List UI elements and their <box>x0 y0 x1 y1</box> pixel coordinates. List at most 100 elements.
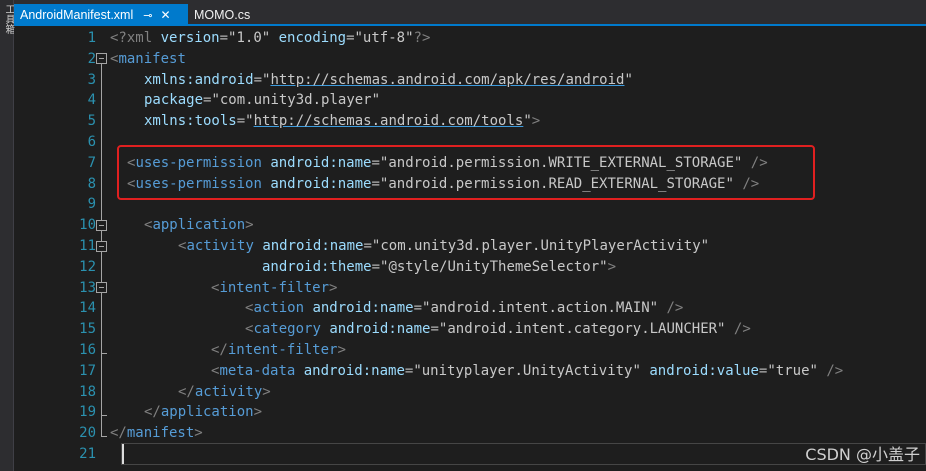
line-number: 19 <box>79 404 96 421</box>
equals: = <box>253 71 263 88</box>
bracket: </ <box>144 404 161 421</box>
line-number: 16 <box>79 342 96 358</box>
line-number: 11 <box>79 238 96 254</box>
line-number: 14 <box>79 300 96 317</box>
xml-attr: encoding <box>278 30 347 46</box>
code-line-3: xmlns:android= "http://schemas.android.co… <box>144 70 633 91</box>
attribute-value: "com.unity3d.player.UnityPlayerActivity" <box>371 238 710 254</box>
code-line-17: <meta-data android:name="unityplayer.Uni… <box>211 361 843 382</box>
code-line-13: <intent-filter> <box>211 278 337 299</box>
equals: = <box>371 258 381 275</box>
code-line-11: <activity android:name="com.unity3d.play… <box>178 236 709 257</box>
attribute-name: package <box>144 92 204 109</box>
equals: = <box>413 300 423 317</box>
code-line-4: package="com.unity3d.player" <box>144 90 380 111</box>
equals: = <box>430 321 439 338</box>
tab-momo-cs[interactable]: MOMO.cs <box>194 4 274 26</box>
attribute-value: "@style/UnityThemeSelector" <box>380 258 608 275</box>
code-text-area[interactable]: <?xml version="1.0" encoding="utf-8"?> <… <box>110 28 926 471</box>
equals: = <box>219 30 229 46</box>
xml-decl-close: ?> <box>413 30 431 46</box>
bracket: > <box>245 217 254 234</box>
bracket: > <box>194 425 203 442</box>
line-number: 15 <box>79 321 96 338</box>
attribute-name: xmlns:tools <box>144 113 237 130</box>
line-number: 1 <box>87 30 96 46</box>
tab-label: MOMO.cs <box>194 8 251 22</box>
bracket: </ <box>211 342 228 358</box>
code-line-20: </manifest> <box>110 423 203 444</box>
line-number: 9 <box>87 196 96 213</box>
collapse-toggle-intent-filter[interactable] <box>96 282 107 293</box>
equals: = <box>236 113 246 130</box>
schema-link[interactable]: http://schemas.android.com/tools <box>254 113 524 129</box>
line-number: 10 <box>79 217 96 234</box>
schema-link[interactable]: http://schemas.android.com/apk/res/andro… <box>270 72 624 88</box>
code-line-5: xmlns:tools= "http://schemas.android.com/… <box>144 111 540 132</box>
element-name: activity <box>186 238 254 254</box>
xml-decl-open: <?xml <box>110 30 161 46</box>
collapse-toggle-activity[interactable] <box>96 241 107 252</box>
bracket: /> <box>725 321 751 338</box>
line-number: 6 <box>87 134 96 150</box>
line-number: 5 <box>87 113 96 130</box>
attribute-name: android:name <box>262 238 364 254</box>
attribute-name: android:name <box>329 321 431 338</box>
element-name: category <box>253 321 321 338</box>
line-number: 4 <box>87 92 96 109</box>
bracket: /> <box>817 362 844 379</box>
code-line-16: </intent-filter> <box>211 340 346 361</box>
attribute-value: "unityplayer.UnityActivity" <box>413 362 641 379</box>
line-number: 7 <box>87 154 96 171</box>
attribute-name: android:value <box>649 362 759 379</box>
code-line-2: <manifest <box>110 49 186 70</box>
element-name: intent-filter <box>219 279 330 296</box>
line-number: 17 <box>79 362 96 379</box>
tab-androidmanifest-xml[interactable]: AndroidManifest.xml ⊸ ✕ <box>14 4 188 26</box>
code-line-10: <application> <box>144 215 254 236</box>
collapse-toggle-application[interactable] <box>96 220 107 231</box>
line-number: 12 <box>79 258 96 275</box>
line-number: 20 <box>79 425 96 442</box>
code-line-14: <action android:name="android.intent.act… <box>245 298 683 319</box>
bracket: > <box>329 279 338 296</box>
line-number: 2 <box>87 50 96 67</box>
xml-value: "1.0" <box>228 30 271 46</box>
quote: " <box>523 113 532 130</box>
line-number-gutter: 1 2 3 4 5 6 7 8 9 10 11 12 13 14 15 16 1… <box>40 28 96 471</box>
outline-guide-end <box>101 353 107 354</box>
attribute-value: "android.intent.category.LAUNCHER" <box>438 321 726 338</box>
document-tab-bar: AndroidManifest.xml ⊸ ✕ MOMO.cs <box>14 0 926 26</box>
bracket: </ <box>110 425 127 442</box>
code-line-12: android:theme="@style/UnityThemeSelector… <box>262 257 616 278</box>
toolbox-label[interactable]: 工具箱 <box>1 4 14 34</box>
element-name: activity <box>194 383 263 400</box>
attribute-value: "android.intent.action.MAIN" <box>422 300 659 317</box>
bracket: /> <box>658 300 684 317</box>
element-name: action <box>253 300 305 317</box>
pin-icon[interactable]: ⊸ <box>143 9 152 22</box>
element-name: application <box>152 217 246 234</box>
equals: = <box>363 238 372 254</box>
permission-highlight-box <box>117 145 815 200</box>
outline-guide-end <box>101 436 107 437</box>
attribute-name: android:theme <box>262 258 372 275</box>
bracket: > <box>253 404 263 421</box>
collapse-toggle-manifest[interactable] <box>96 53 107 64</box>
element-name: application <box>160 404 254 421</box>
close-icon[interactable]: ✕ <box>160 8 170 22</box>
attribute-name: xmlns:android <box>144 71 254 88</box>
equals: = <box>346 30 355 46</box>
line-number: 3 <box>87 71 96 88</box>
text-caret <box>122 444 124 464</box>
code-editor[interactable]: 1 2 3 4 5 6 7 8 9 10 11 12 13 14 15 16 1… <box>14 28 926 471</box>
element-name: meta-data <box>219 362 296 379</box>
bracket: </ <box>178 383 195 400</box>
quote: " <box>624 71 633 88</box>
code-line-1: <?xml version="1.0" encoding="utf-8"?> <box>110 28 430 49</box>
watermark: CSDN @小盖子 <box>805 445 920 464</box>
toolbox-strip[interactable]: 工具箱 <box>0 0 14 471</box>
line-number: 13 <box>79 279 96 296</box>
code-line-19: </application> <box>144 402 262 423</box>
